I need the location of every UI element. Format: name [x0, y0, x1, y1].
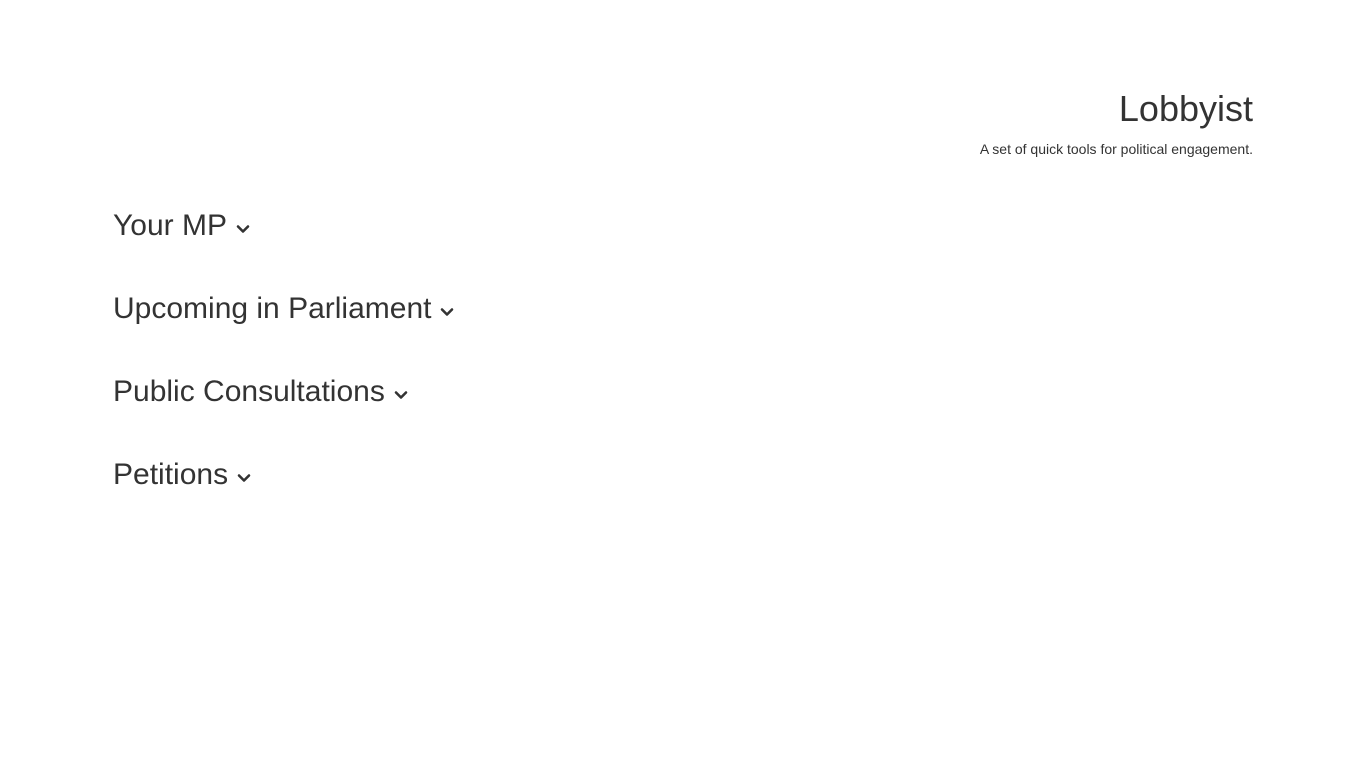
section-label: Public Consultations — [113, 375, 385, 408]
section-toggle-public-consultations[interactable]: Public Consultations — [113, 371, 454, 413]
section-toggle-petitions[interactable]: Petitions — [113, 454, 454, 496]
chevron-down-icon — [394, 388, 408, 402]
page: Lobbyist A set of quick tools for politi… — [0, 0, 1366, 768]
section-label: Your MP — [113, 209, 227, 242]
section-list: Your MP Upcoming in Parliament Public Co… — [113, 205, 454, 537]
section-toggle-upcoming-in-parliament[interactable]: Upcoming in Parliament — [113, 288, 454, 330]
chevron-down-icon — [236, 222, 250, 236]
chevron-down-icon — [237, 471, 251, 485]
site-tagline: A set of quick tools for political engag… — [979, 141, 1253, 157]
section-label: Upcoming in Parliament — [113, 292, 432, 325]
site-header: Lobbyist A set of quick tools for politi… — [980, 88, 1253, 157]
section-label: Petitions — [113, 458, 229, 491]
chevron-down-icon — [440, 305, 454, 319]
site-title: Lobbyist — [1118, 88, 1253, 129]
section-toggle-your-mp[interactable]: Your MP — [113, 205, 454, 247]
